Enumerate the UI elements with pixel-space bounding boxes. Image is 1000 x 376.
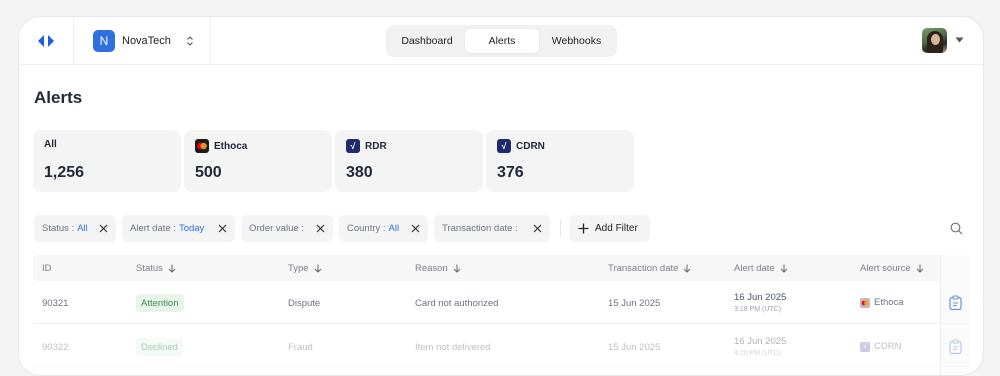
clipboard-icon[interactable] bbox=[949, 295, 962, 310]
chevron-up-down-icon[interactable] bbox=[185, 35, 195, 47]
caret-down-icon[interactable] bbox=[955, 37, 964, 43]
arrow-down-icon bbox=[780, 264, 788, 273]
filter-divider bbox=[560, 220, 561, 237]
column-header-alert-source[interactable]: Alert source bbox=[860, 255, 924, 281]
add-filter-button[interactable]: Add Filter bbox=[569, 215, 650, 242]
cell-alert-source: √ CDRN bbox=[860, 341, 901, 352]
brand-logo-icon[interactable] bbox=[37, 32, 55, 50]
arrow-down-icon bbox=[684, 264, 691, 273]
filter-country[interactable]: Country : All bbox=[339, 215, 428, 242]
column-header-reason[interactable]: Reason bbox=[415, 255, 461, 281]
org-switcher[interactable]: N NovaTech bbox=[93, 29, 195, 53]
mastercard-icon bbox=[860, 297, 870, 308]
filter-order-value[interactable]: Order value : bbox=[241, 215, 333, 242]
filter-label: Order value : bbox=[249, 223, 304, 234]
org-avatar: N bbox=[93, 30, 115, 52]
header-divider bbox=[73, 17, 74, 65]
plus-icon bbox=[578, 223, 589, 234]
page-title: Alerts bbox=[34, 88, 83, 107]
stat-card-ethoca[interactable]: Ethoca 500 bbox=[184, 130, 332, 192]
stat-label: Ethoca bbox=[214, 140, 248, 152]
stat-value: 500 bbox=[195, 164, 222, 181]
tab-dashboard[interactable]: Dashboard bbox=[389, 29, 465, 53]
column-header-alert-date[interactable]: Alert date bbox=[734, 255, 788, 281]
stat-value: 1,256 bbox=[44, 164, 85, 181]
add-filter-label: Add Filter bbox=[595, 223, 638, 234]
top-bar: N NovaTech Dashboard Alerts Webhooks bbox=[19, 17, 983, 65]
filter-value: Today bbox=[178, 223, 205, 234]
stat-card-rdr[interactable]: √ RDR 380 bbox=[335, 130, 483, 192]
filter-label: Status : bbox=[42, 223, 75, 234]
cell-reason: Card not authorized bbox=[415, 298, 499, 309]
clipboard-icon[interactable] bbox=[949, 339, 962, 354]
column-header-status[interactable]: Status bbox=[136, 255, 176, 281]
arrow-down-icon bbox=[453, 264, 461, 273]
search-icon[interactable] bbox=[950, 222, 963, 235]
cell-reason: Item not delivered bbox=[415, 342, 491, 353]
cell-type: Dispute bbox=[288, 298, 321, 309]
filter-alert-date[interactable]: Alert date : Today bbox=[122, 215, 235, 242]
filter-transaction-date[interactable]: Transaction date : bbox=[434, 215, 550, 242]
header-divider bbox=[210, 17, 211, 65]
stat-label: All bbox=[44, 139, 57, 150]
org-name: NovaTech bbox=[122, 35, 171, 47]
table-row[interactable]: 90322 Declined Fraud Item not delivered … bbox=[33, 325, 970, 367]
arrow-down-icon bbox=[916, 264, 924, 273]
close-icon[interactable] bbox=[411, 224, 420, 233]
filter-status[interactable]: Status : All bbox=[34, 215, 116, 242]
stat-label: CDRN bbox=[516, 140, 545, 152]
close-icon[interactable] bbox=[99, 224, 108, 233]
column-header-type[interactable]: Type bbox=[288, 255, 322, 281]
user-avatar[interactable] bbox=[922, 28, 947, 53]
close-icon[interactable] bbox=[316, 224, 325, 233]
filter-value: All bbox=[77, 223, 88, 234]
filter-label: Alert date : bbox=[130, 223, 176, 234]
stat-card-cdrn[interactable]: √ CDRN 376 bbox=[486, 130, 634, 192]
mastercard-icon bbox=[195, 139, 209, 153]
cell-id: 90321 bbox=[42, 298, 69, 309]
status-badge: Attention bbox=[136, 294, 184, 312]
tab-webhooks[interactable]: Webhooks bbox=[539, 29, 614, 53]
cell-alert-source: Ethoca bbox=[860, 297, 904, 308]
check-icon: √ bbox=[497, 139, 511, 153]
cell-type: Fraud bbox=[288, 342, 313, 353]
filter-value: All bbox=[388, 223, 400, 234]
app-window: N NovaTech Dashboard Alerts Webhooks Ale… bbox=[18, 16, 984, 376]
main-tabs: Dashboard Alerts Webhooks bbox=[386, 25, 617, 57]
status-badge: Declined bbox=[136, 338, 183, 356]
close-icon[interactable] bbox=[218, 224, 227, 233]
stat-card-all[interactable]: All 1,256 bbox=[33, 130, 181, 192]
table-header: ID Status Type Reason Transaction date A… bbox=[33, 255, 970, 281]
close-icon[interactable] bbox=[533, 224, 542, 233]
filter-label: Country : bbox=[347, 223, 386, 234]
cell-transaction-date: 15 Jun 2025 bbox=[608, 342, 661, 353]
column-header-transaction-date[interactable]: Transaction date bbox=[608, 255, 691, 281]
table-row[interactable]: 90321 Attention Dispute Card not authori… bbox=[33, 282, 970, 324]
check-icon: √ bbox=[346, 139, 360, 153]
arrow-down-icon bbox=[168, 264, 176, 273]
cell-id: 90322 bbox=[42, 342, 69, 353]
check-icon: √ bbox=[860, 341, 870, 352]
cell-alert-date: 16 Jun 2025 3:18 PM (UTC) bbox=[734, 292, 787, 313]
tab-alerts[interactable]: Alerts bbox=[465, 29, 539, 53]
stat-value: 376 bbox=[497, 164, 524, 181]
filter-label: Transaction date : bbox=[442, 223, 518, 234]
arrow-down-icon bbox=[314, 264, 321, 273]
stat-label: RDR bbox=[365, 140, 387, 152]
cell-transaction-date: 15 Jun 2025 bbox=[608, 298, 661, 309]
column-header-id[interactable]: ID bbox=[42, 255, 52, 281]
cell-alert-date: 16 Jun 2025 4:20 PM (UTC) bbox=[734, 336, 787, 357]
stat-value: 380 bbox=[346, 164, 373, 181]
